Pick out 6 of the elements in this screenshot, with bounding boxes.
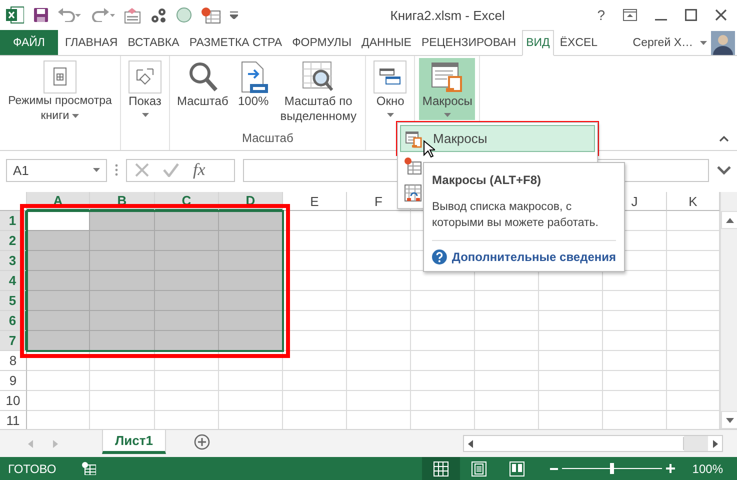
tooltip-title: Макросы (ALT+F8): [432, 173, 542, 187]
name-box-value: A1: [13, 162, 29, 178]
status-text: ГОТОВО: [8, 462, 56, 476]
tooltip-text: Вывод списка макросов, с которыми вы можете работать.: [432, 199, 616, 241]
group-label: Масштаб: [241, 131, 294, 147]
window-title: Книга2.xlsm - Excel: [389, 8, 506, 22]
